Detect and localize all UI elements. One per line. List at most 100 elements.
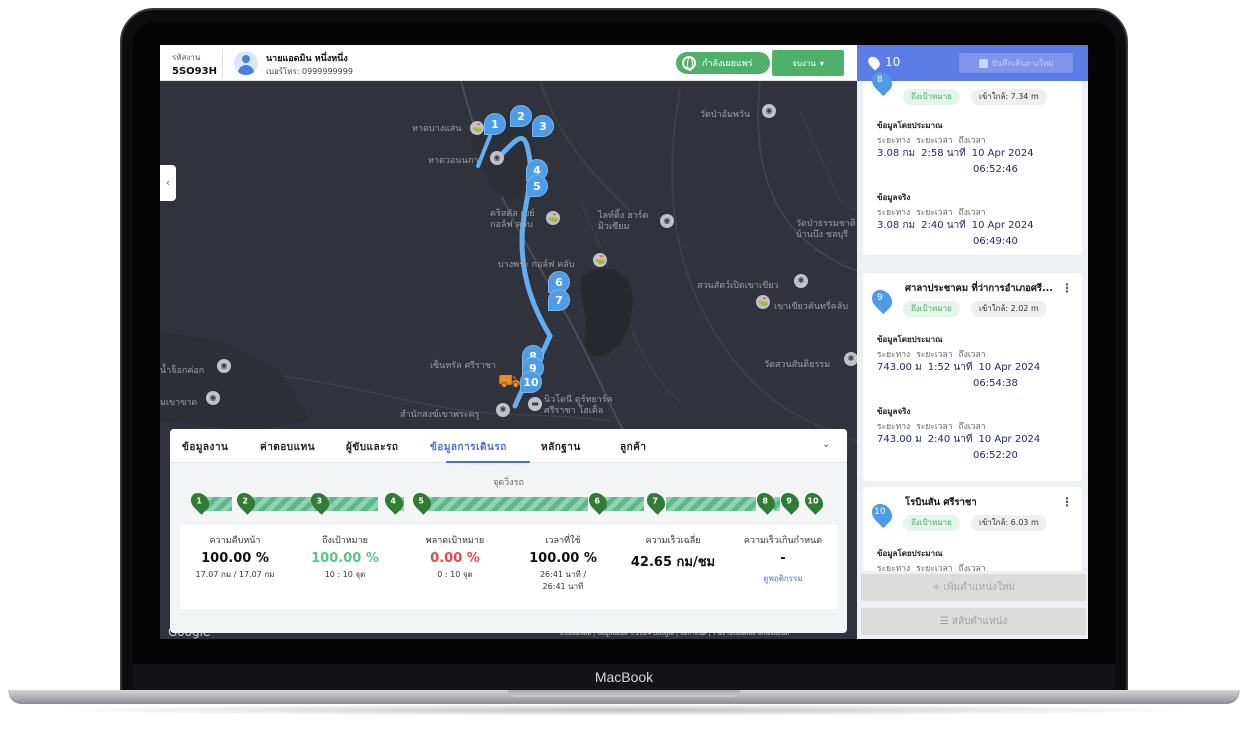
divider: [222, 49, 223, 77]
save-route-button[interactable]: บันทึกเส้นทางใหม่: [959, 53, 1073, 73]
view-behavior-link[interactable]: ดูพฤติกรรม: [728, 572, 838, 585]
job-code-value: 5SO93H: [172, 66, 217, 77]
estimate-label: ข้อมูลโดยประมาณ: [877, 549, 943, 558]
map-label: หาดวอนนภา: [428, 156, 479, 166]
route-pin[interactable]: 3: [532, 115, 554, 137]
driver-name: นายแอดมิน หนึ่งหนึ่ง: [266, 54, 348, 64]
tab-evidence[interactable]: หลักฐาน: [541, 440, 581, 455]
end-job-button[interactable]: จบงาน ▾: [772, 50, 844, 76]
map-label: เขาเขียวคันทรี่คลับ: [774, 302, 849, 312]
more-options-icon[interactable]: ⋮: [1061, 495, 1073, 509]
chevron-down-icon: ▾: [819, 58, 824, 68]
stat-value: 100.00 %: [201, 551, 269, 566]
route-pin[interactable]: 10: [520, 371, 542, 393]
route-pin[interactable]: 5: [526, 175, 548, 197]
progress-segment: [666, 497, 756, 511]
laptop-notch: [508, 690, 740, 697]
map-label: บางพระ กอล์ฟ คลับ: [498, 260, 575, 270]
stat-value: 100.00 %: [529, 551, 597, 566]
trip-info-panel: ข้อมูลงาน ค่าตอบแทน ผู้ขับและรถ ข้อมูลกา…: [170, 429, 847, 633]
waypoint-card[interactable]: 9 ศาลาประชาคม ที่ว่าการอำเภอศรี... ⋮ ถึง…: [863, 273, 1082, 481]
map-label: สำนักสงฆ์เขาพระครู: [400, 410, 480, 420]
stat-sub: 17.07 กม / 17.07 กม: [195, 570, 275, 579]
route-pin[interactable]: 1: [484, 113, 506, 135]
map-label: เซ็นทรัล ศรีราชา: [430, 361, 497, 371]
progress-segment: [324, 497, 378, 511]
actual-values: 3.08 กม 2:40 นาที 10 Apr 2024 06:49:40: [877, 220, 1034, 247]
paw-icon[interactable]: ✱: [794, 274, 808, 288]
stat-reached: ถึงเป้าหมาย 100.00 % 10 : 10 จุด: [290, 533, 400, 581]
tab-job-info[interactable]: ข้อมูลงาน: [182, 440, 228, 455]
globe-icon: [682, 56, 696, 71]
stat-sub: 10 : 10 จุด: [324, 570, 366, 579]
tab-trip-data[interactable]: ข้อมูลการเดินรถ: [430, 440, 507, 455]
laptop-frame: MacBook หาดบางแสน หาดวอนนภา วัดป่าอัมพวั…: [0, 0, 1248, 740]
camera-icon[interactable]: ◉: [206, 391, 220, 405]
near-badge: เข้าใกล้: 2.02 m: [971, 301, 1047, 317]
stop-marker[interactable]: 10: [801, 489, 827, 515]
actual-values: 743.00 ม 2:40 นาที 10 Apr 2024 06:52:20: [877, 434, 1041, 461]
camera-icon[interactable]: ◉: [660, 214, 674, 228]
camera-icon[interactable]: ◉: [490, 151, 504, 165]
waypoint-title: ศาลาประชาคม ที่ว่าการอำเภอศรี...: [905, 283, 1053, 294]
progress-segment: [426, 497, 588, 511]
tab-driver-vehicle[interactable]: ผู้ขับและรถ: [346, 440, 398, 455]
golf-icon[interactable]: ⛳: [470, 121, 484, 135]
location-pin-icon: [865, 54, 883, 71]
more-options-icon[interactable]: ⋮: [1061, 281, 1073, 295]
stat-avg-speed: ความเร็วเฉลี่ย 42.65 กม/ชม: [618, 533, 728, 572]
stat-value: 0.00 %: [430, 551, 480, 566]
active-tab-indicator: [446, 461, 530, 463]
map-label: วัดป่าธรรมชาติ บ้านบึง ชลบุรี: [796, 219, 856, 240]
map-label: น้ำจ็อกค่อก: [160, 366, 205, 376]
collapse-panel-icon[interactable]: ⌄: [822, 439, 830, 450]
collapse-sidebar-button[interactable]: ‹: [160, 165, 176, 201]
progress-title: จุดวิ่งรถ: [493, 478, 524, 488]
publishing-button[interactable]: กำลังเผยแพร่: [676, 52, 770, 74]
near-badge: เข้าใกล้: 7.34 m: [971, 89, 1047, 105]
waypoint-card[interactable]: 10 โรบินสัน ศรีราชา ⋮ ถึงเป้าหมาย เข้าใก…: [863, 487, 1082, 571]
vehicle-icon[interactable]: ⛟: [498, 372, 521, 392]
trip-stats: ความคืบหน้า 100.00 % 17.07 กม / 17.07 กม…: [180, 525, 837, 609]
publishing-label: กำลังเผยแพร่: [702, 59, 753, 69]
temple-icon[interactable]: ◉: [762, 104, 776, 118]
route-pin[interactable]: 7: [548, 289, 570, 311]
progress-segment: [206, 497, 232, 511]
swap-location-button[interactable]: ☰ สลับตำแหน่ง: [861, 608, 1086, 635]
stat-value: 42.65 กม/ชม: [630, 555, 716, 570]
brand-label: MacBook: [594, 669, 654, 685]
stat-progress: ความคืบหน้า 100.00 % 17.07 กม / 17.07 กม: [180, 533, 290, 581]
waypoint-card[interactable]: 8 ถึงเป้าหมาย เข้าใกล้: 7.34 m ข้อมูลโดย…: [863, 67, 1082, 255]
progress-segment: [604, 497, 644, 511]
stat-time-used: เวลาที่ใช้ 100.00 % 26:41 นาที / 26:41 น…: [508, 533, 618, 593]
golf-icon[interactable]: ⛳: [756, 295, 770, 309]
camera-icon[interactable]: ◉: [217, 359, 231, 373]
map-label: มเขาขาด: [160, 398, 198, 408]
temple-icon[interactable]: ✱: [844, 352, 858, 366]
map-label: ไลท์ติ้ง ฮาร์ต มิวเซียม: [598, 211, 649, 232]
map-label: หาดบางแสน: [412, 124, 462, 134]
golf-icon[interactable]: ⛳: [593, 253, 607, 267]
status-badge: ถึงเป้าหมาย: [903, 89, 960, 105]
route-pin[interactable]: 2: [510, 105, 532, 127]
temple-icon[interactable]: ✱: [496, 403, 510, 417]
column-headers: ระยะทาง ระยะเวลา ถึงเวลา: [877, 422, 986, 432]
stat-label: พลาดเป้าหมาย: [425, 536, 485, 546]
tab-compensation[interactable]: ค่าตอบแทน: [260, 440, 315, 455]
add-location-button[interactable]: + เพิ่มตำแหน่งใหม่: [861, 574, 1086, 601]
map-label: สวนสัตว์เปิดเขาเขียว: [697, 281, 779, 291]
stat-label: ความคืบหน้า: [209, 536, 261, 546]
stat-label: เวลาที่ใช้: [545, 536, 581, 546]
tab-customer[interactable]: ลูกค้า: [620, 440, 647, 455]
job-header: รหัสงาน 5SO93H นายแอดมิน หนึ่งหนึ่ง เบอร…: [160, 45, 857, 81]
estimate-values: 3.08 กม 2:58 นาที 10 Apr 2024 06:52:46: [877, 148, 1034, 175]
map-label: วัดป่าอัมพวัน: [700, 110, 751, 120]
status-badge: ถึงเป้าหมาย: [903, 515, 960, 531]
job-code-label: รหัสงาน: [172, 53, 201, 62]
stop-marker[interactable]: 9: [777, 489, 803, 515]
stop-marker[interactable]: 7: [643, 489, 669, 515]
bed-icon[interactable]: ▬: [528, 397, 542, 411]
golf-icon[interactable]: ⛳: [546, 211, 560, 225]
map-label: คริสตัล เบย์ กอล์ฟ คลับ: [490, 209, 535, 230]
estimate-label: ข้อมูลโดยประมาณ: [877, 121, 943, 130]
